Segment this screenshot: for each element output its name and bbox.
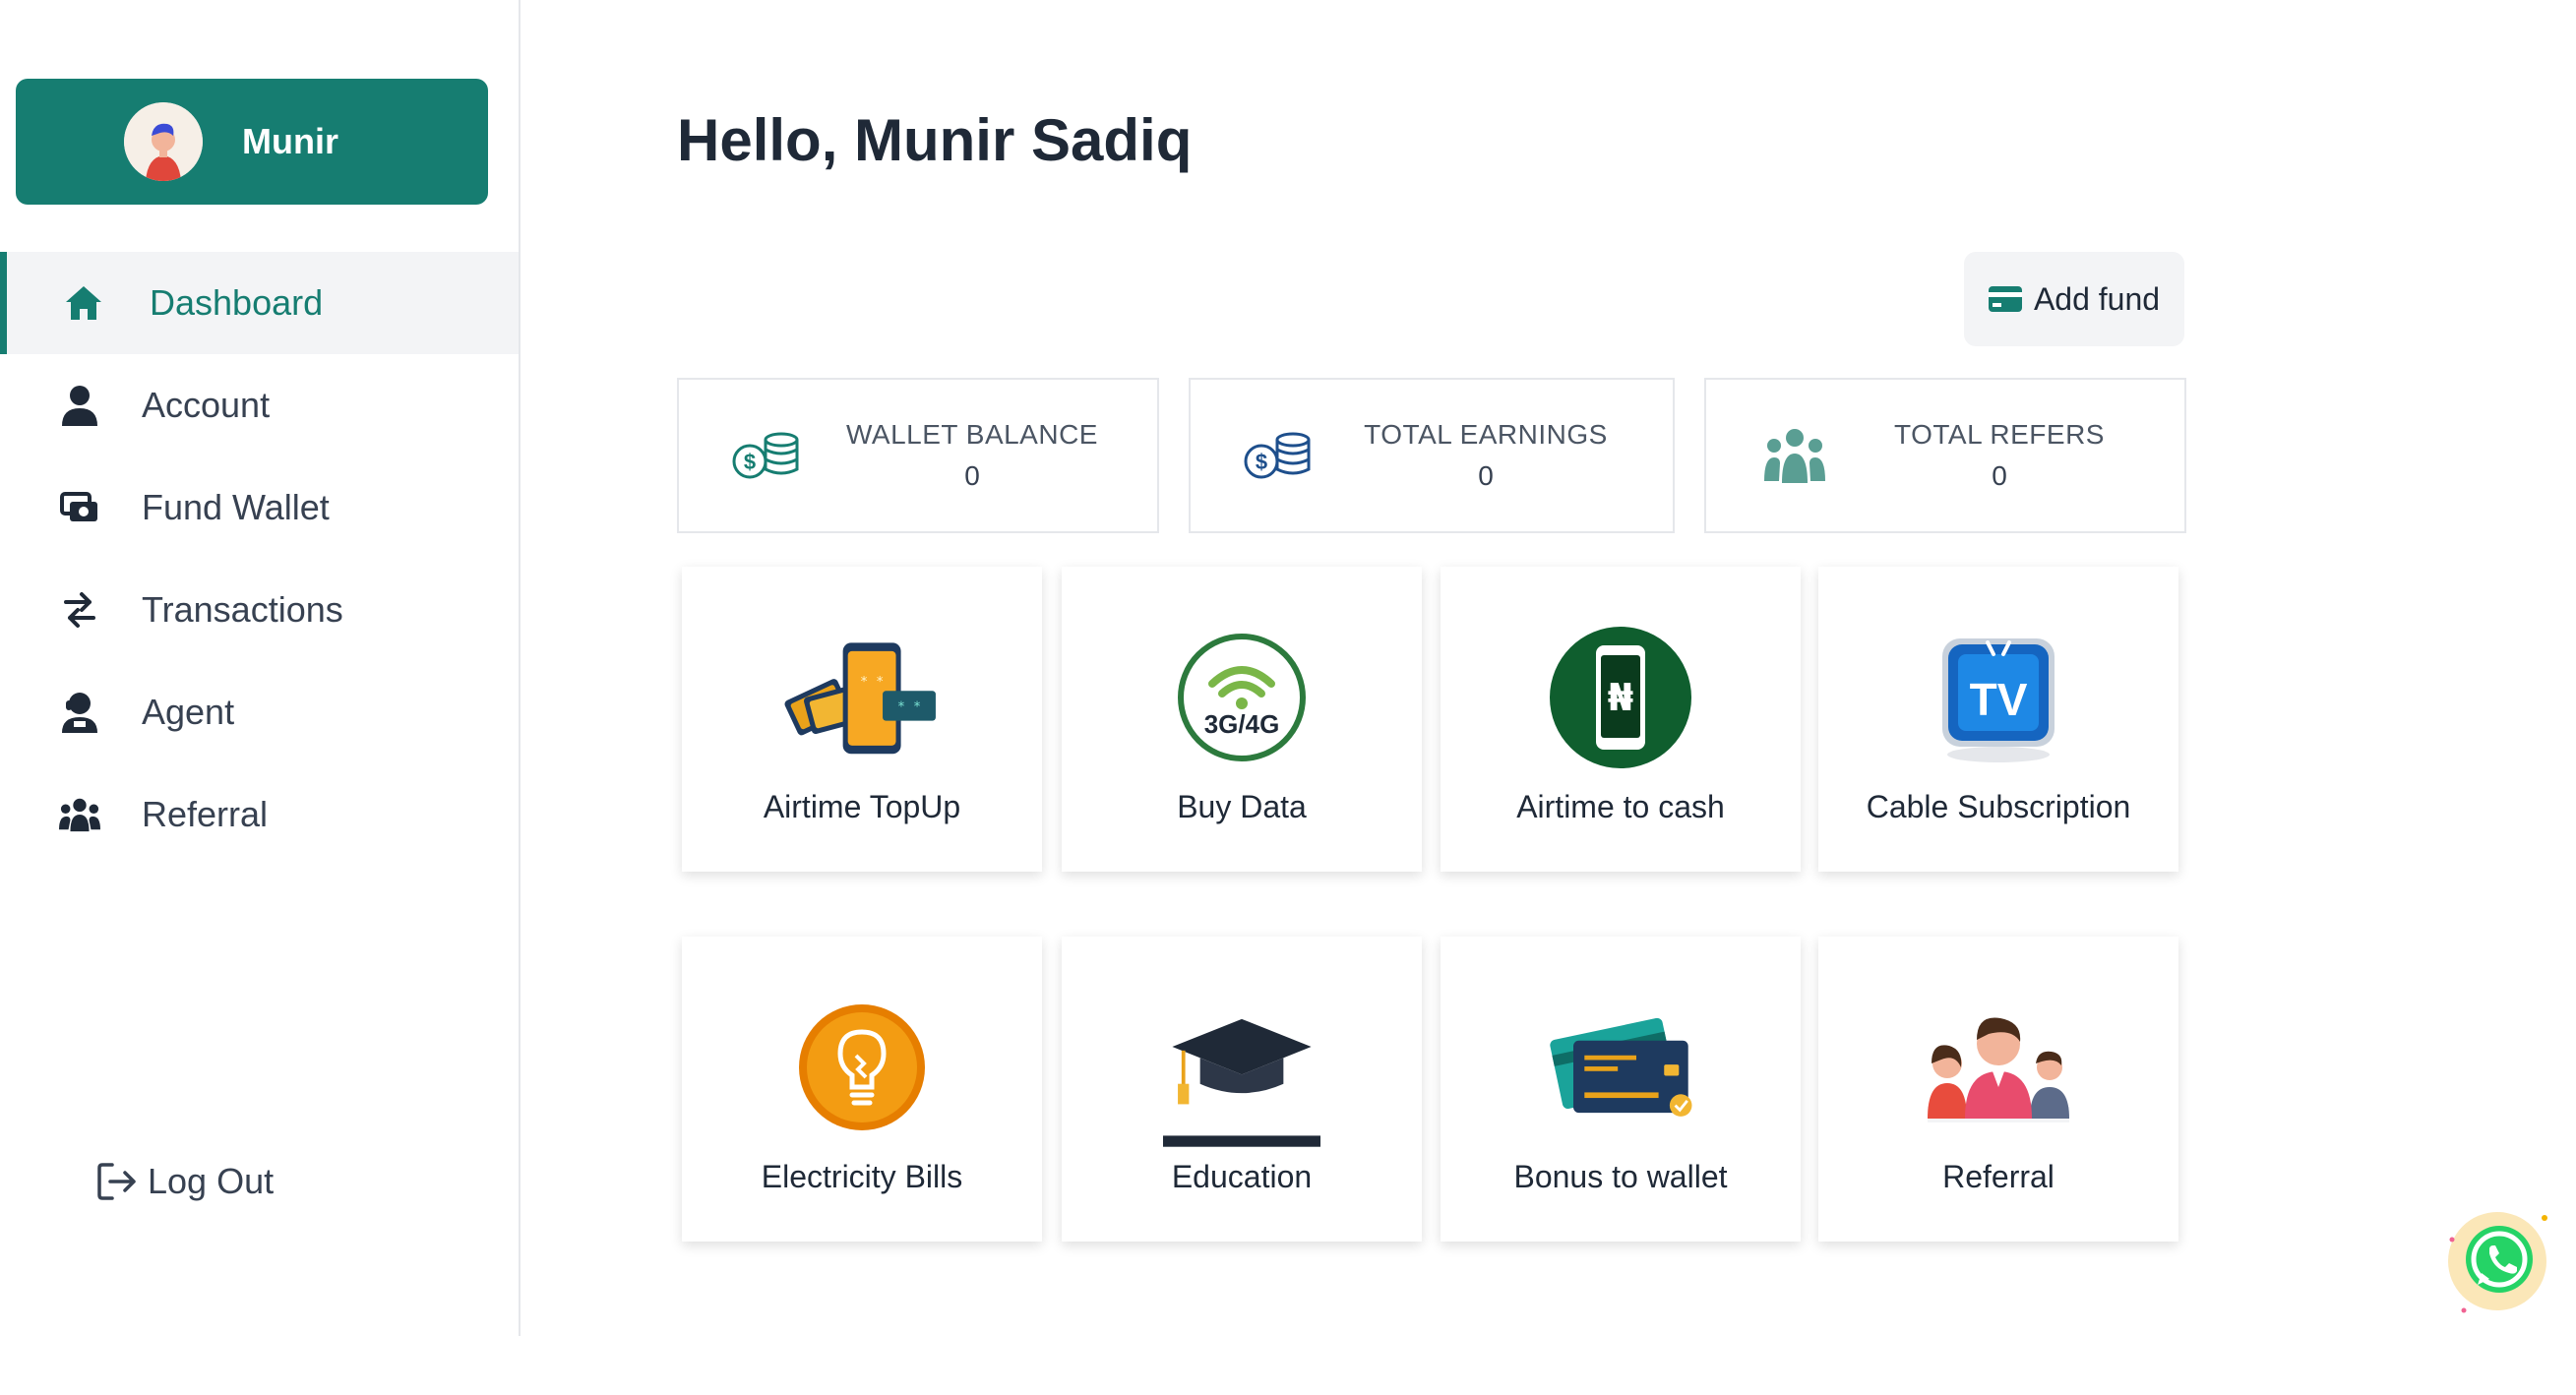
sidebar-item-label: Fund Wallet: [142, 487, 330, 527]
card-icon: [1542, 994, 1699, 1141]
logout-button[interactable]: Log Out: [96, 1153, 274, 1210]
sidebar-item-account[interactable]: Account: [0, 354, 519, 456]
service-bonus-to-wallet[interactable]: Bonus to wallet: [1441, 937, 1801, 1242]
sidebar-nav: Dashboard Account Fund Wallet Transactio…: [0, 252, 519, 866]
add-fund-label: Add fund: [2033, 280, 2161, 317]
coins-icon: $: [728, 416, 807, 495]
service-label: Bonus to wallet: [1513, 1159, 1728, 1194]
total-earnings-value: 0: [1478, 460, 1494, 491]
bulb-icon: [783, 994, 941, 1141]
service-electricity-bills[interactable]: Electricity Bills: [682, 937, 1042, 1242]
phone-naira-icon: ₦: [1542, 624, 1699, 771]
sidebar-item-label: Referral: [142, 794, 269, 834]
service-airtime-topup[interactable]: * * * * Airtime TopUp: [682, 567, 1042, 872]
avatar: [124, 102, 203, 181]
total-earnings-card: $ TOTAL EARNINGS 0: [1189, 378, 1675, 533]
profile-name: Munir: [242, 121, 338, 161]
service-label: Electricity Bills: [761, 1159, 963, 1194]
logout-icon: [96, 1161, 138, 1202]
service-label: Airtime TopUp: [763, 789, 961, 824]
sidebar-item-label: Dashboard: [150, 282, 324, 323]
sidebar-item-label: Transactions: [142, 589, 343, 630]
sidebar-item-dashboard[interactable]: Dashboard: [0, 252, 519, 354]
svg-text:* *: * *: [897, 698, 921, 714]
service-label: Cable Subscription: [1866, 789, 2131, 824]
service-buy-data[interactable]: 3G/4G Buy Data: [1062, 567, 1422, 872]
home-icon: [63, 282, 104, 324]
page-title: Hello, Munir Sadiq: [677, 107, 1193, 173]
wallet-balance-label: WALLET BALANCE: [846, 419, 1098, 450]
money-icon: [59, 487, 100, 528]
people-icon: [1920, 994, 2077, 1141]
whatsapp-icon: [2444, 1208, 2550, 1319]
svg-text:$: $: [744, 450, 756, 474]
svg-text:* *: * *: [860, 674, 884, 690]
total-refers-value: 0: [1992, 460, 2007, 491]
logout-label: Log Out: [148, 1161, 275, 1201]
sidebar-item-agent[interactable]: Agent: [0, 661, 519, 763]
service-label: Airtime to cash: [1516, 789, 1725, 824]
sidebar-item-referral[interactable]: Referral: [0, 763, 519, 866]
naira-icon-text: ₦: [1608, 676, 1633, 719]
coins-icon: $: [1240, 416, 1319, 495]
service-cable-subscription[interactable]: TV Cable Subscription: [1818, 567, 2178, 872]
wallet-balance-card: $ WALLET BALANCE 0: [677, 378, 1159, 533]
total-refers-label: TOTAL REFERS: [1894, 419, 2105, 450]
credit-card-icon: [1988, 286, 2022, 312]
graduation-cap-icon: [1163, 1005, 1320, 1153]
users-icon: [1755, 416, 1834, 495]
tv-icon: TV: [1920, 624, 2077, 771]
whatsapp-chat-button[interactable]: [2444, 1208, 2550, 1314]
agent-icon: [59, 692, 100, 733]
total-earnings-label: TOTAL EARNINGS: [1364, 419, 1608, 450]
data-wifi-icon: 3G/4G: [1163, 624, 1320, 771]
profile-card[interactable]: Munir: [16, 79, 488, 205]
svg-text:$: $: [1256, 450, 1267, 474]
sidebar: Munir Dashboard Account Fund Wallet Tran…: [0, 0, 521, 1336]
sidebar-item-label: Account: [142, 385, 271, 425]
add-fund-button[interactable]: Add fund: [1964, 252, 2184, 346]
phone-topup-icon: * * * *: [783, 624, 941, 771]
data-icon-text: 3G/4G: [1204, 709, 1280, 739]
total-refers-card: TOTAL REFERS 0: [1704, 378, 2186, 533]
sidebar-item-label: Agent: [142, 692, 235, 732]
users-icon: [59, 794, 100, 835]
tv-icon-text: TV: [1970, 674, 2028, 725]
service-label: Education: [1171, 1159, 1313, 1194]
user-icon: [59, 385, 100, 426]
service-airtime-to-cash[interactable]: ₦ Airtime to cash: [1441, 567, 1801, 872]
service-education[interactable]: Education: [1062, 937, 1422, 1242]
service-referral[interactable]: Referral: [1818, 937, 2178, 1242]
transfer-icon: [59, 589, 100, 631]
service-label: Buy Data: [1177, 789, 1307, 824]
sidebar-item-fund-wallet[interactable]: Fund Wallet: [0, 456, 519, 559]
sidebar-item-transactions[interactable]: Transactions: [0, 559, 519, 661]
service-label: Referral: [1942, 1159, 2055, 1194]
wallet-balance-value: 0: [964, 460, 980, 491]
